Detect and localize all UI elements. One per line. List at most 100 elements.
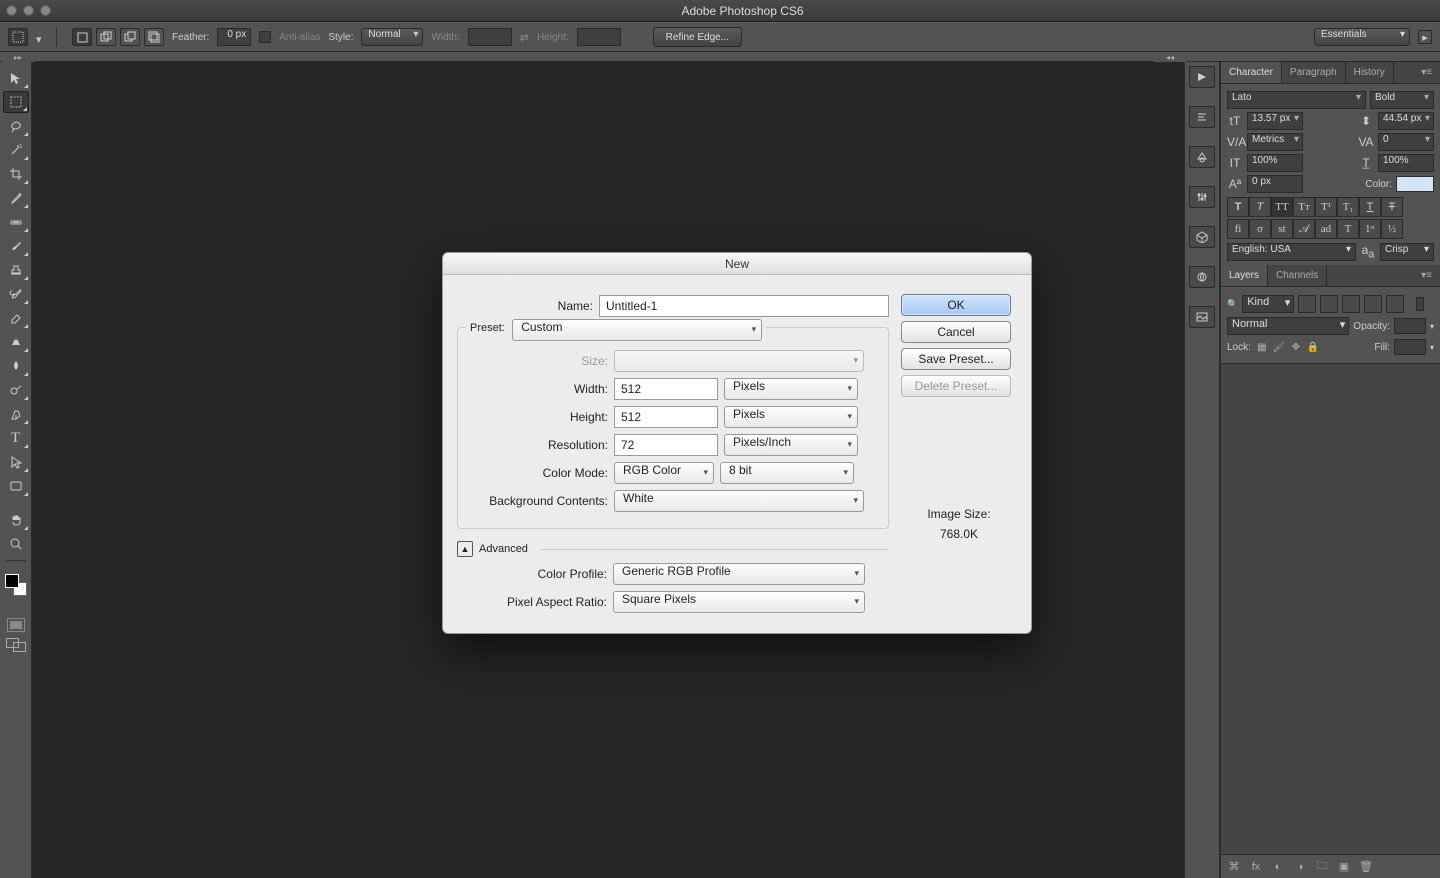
- filter-type-icon[interactable]: [1342, 295, 1360, 313]
- subtract-selection-icon[interactable]: [120, 28, 140, 46]
- mask-icon[interactable]: ◐: [1271, 860, 1285, 874]
- history-brush-tool-icon[interactable]: [3, 283, 29, 305]
- fx-icon[interactable]: fx: [1249, 860, 1263, 874]
- left-expand-tab[interactable]: ▸▸: [2, 52, 34, 62]
- tab-layers[interactable]: Layers: [1221, 265, 1268, 286]
- layer-filter-select[interactable]: Kind: [1242, 295, 1294, 313]
- layers-panel-menu-icon[interactable]: ▾≡: [1413, 265, 1440, 286]
- fill-input[interactable]: [1394, 339, 1426, 355]
- quickmask-icon[interactable]: [7, 618, 25, 632]
- ordinals-btn-icon[interactable]: T: [1337, 219, 1359, 239]
- minimize-dot[interactable]: [23, 5, 34, 16]
- titling-btn-icon[interactable]: ad: [1315, 219, 1337, 239]
- lock-transparent-icon[interactable]: ▦: [1255, 340, 1269, 354]
- superscript-btn-icon[interactable]: T¹: [1315, 197, 1337, 217]
- lock-all-icon[interactable]: 🔒: [1306, 340, 1320, 354]
- font-family-select[interactable]: Lato: [1227, 91, 1366, 109]
- dodge-tool-icon[interactable]: [3, 379, 29, 401]
- stamp-tool-icon[interactable]: [3, 259, 29, 281]
- swash-btn-icon[interactable]: 𝒜: [1293, 219, 1315, 239]
- shape-tool-icon[interactable]: [3, 475, 29, 497]
- pen-tool-icon[interactable]: [3, 403, 29, 425]
- subscript-btn-icon[interactable]: T₁: [1337, 197, 1359, 217]
- resolution-input[interactable]: [614, 434, 718, 456]
- par-select[interactable]: Square Pixels: [613, 591, 865, 613]
- italic-btn-icon[interactable]: T: [1249, 197, 1271, 217]
- kerning-input[interactable]: Metrics: [1247, 133, 1303, 151]
- right-expand-tab[interactable]: ◂◂: [1154, 52, 1186, 62]
- zoom-tool-icon[interactable]: [3, 533, 29, 555]
- marquee-tool-icon[interactable]: [3, 91, 29, 113]
- paragraph-panel-icon[interactable]: [1189, 106, 1215, 128]
- filter-adjust-icon[interactable]: [1320, 295, 1338, 313]
- allcaps-btn-icon[interactable]: TT: [1271, 197, 1293, 217]
- height-input[interactable]: [614, 406, 718, 428]
- strike-btn-icon[interactable]: T: [1381, 197, 1403, 217]
- tab-character[interactable]: Character: [1221, 62, 1282, 83]
- fraction-btn-icon[interactable]: ½: [1381, 219, 1403, 239]
- tab-channels[interactable]: Channels: [1268, 265, 1327, 286]
- tab-history[interactable]: History: [1346, 62, 1394, 83]
- group-icon[interactable]: 🗀: [1315, 860, 1329, 874]
- workspace-select[interactable]: Essentials: [1314, 28, 1410, 46]
- close-dot[interactable]: [6, 5, 17, 16]
- preset-select[interactable]: Custom: [512, 319, 762, 341]
- screenmode-icon[interactable]: [6, 638, 26, 652]
- sigma-btn-icon[interactable]: σ: [1249, 219, 1271, 239]
- vscale-input[interactable]: 100%: [1247, 154, 1303, 172]
- first-btn-icon[interactable]: 1ˢᵗ: [1359, 219, 1381, 239]
- crop-tool-icon[interactable]: [3, 163, 29, 185]
- eyedropper-tool-icon[interactable]: [3, 187, 29, 209]
- lock-pixels-icon[interactable]: 🖌: [1272, 340, 1286, 354]
- zoom-dot[interactable]: [40, 5, 51, 16]
- filter-shape-icon[interactable]: [1364, 295, 1382, 313]
- foreground-color-swatch[interactable]: [5, 574, 19, 588]
- width-input[interactable]: [614, 378, 718, 400]
- swatches-panel-icon[interactable]: [1189, 146, 1215, 168]
- new-layer-icon[interactable]: ▣: [1337, 860, 1351, 874]
- add-selection-icon[interactable]: [96, 28, 116, 46]
- hand-tool-icon[interactable]: [3, 509, 29, 531]
- circle-panel-icon[interactable]: [1189, 266, 1215, 288]
- advanced-toggle[interactable]: ▲ Advanced: [457, 541, 889, 557]
- colormode-select[interactable]: RGB Color: [614, 462, 714, 484]
- hscale-input[interactable]: 100%: [1378, 154, 1434, 172]
- refine-edge-button[interactable]: Refine Edge...: [653, 27, 742, 47]
- type-tool-icon[interactable]: T: [3, 427, 29, 449]
- colordepth-select[interactable]: 8 bit: [720, 462, 854, 484]
- color-swatches[interactable]: [5, 574, 27, 596]
- link-layers-icon[interactable]: ⌘: [1227, 860, 1241, 874]
- resolution-unit-select[interactable]: Pixels/Inch: [724, 434, 858, 456]
- cancel-button[interactable]: Cancel: [901, 321, 1011, 343]
- new-selection-icon[interactable]: [72, 28, 92, 46]
- text-color-swatch[interactable]: [1396, 176, 1434, 192]
- delete-layer-icon[interactable]: 🗑: [1359, 860, 1373, 874]
- bold-btn-icon[interactable]: T: [1227, 197, 1249, 217]
- baseline-input[interactable]: 0 px: [1247, 175, 1303, 193]
- font-size-input[interactable]: 13.57 px: [1247, 112, 1303, 130]
- filter-pixel-icon[interactable]: [1298, 295, 1316, 313]
- style-select[interactable]: Normal: [361, 28, 423, 46]
- save-preset-button[interactable]: Save Preset...: [901, 348, 1011, 370]
- smallcaps-btn-icon[interactable]: Tᴛ: [1293, 197, 1315, 217]
- adjustment-layer-icon[interactable]: ◑: [1293, 860, 1307, 874]
- blend-mode-select[interactable]: Normal: [1227, 317, 1349, 335]
- current-tool-icon[interactable]: [8, 28, 28, 46]
- leading-input[interactable]: 44.54 px: [1378, 112, 1434, 130]
- tab-paragraph[interactable]: Paragraph: [1282, 62, 1346, 83]
- play-icon[interactable]: [1189, 66, 1215, 88]
- heal-tool-icon[interactable]: [3, 211, 29, 233]
- tracking-input[interactable]: 0: [1378, 133, 1434, 151]
- lock-position-icon[interactable]: ✥: [1289, 340, 1303, 354]
- panel-toggle-icon[interactable]: ▸: [1418, 30, 1432, 44]
- st-btn-icon[interactable]: st: [1271, 219, 1293, 239]
- tool-preset-dropdown[interactable]: ▾: [36, 33, 48, 41]
- adjustments-panel-icon[interactable]: [1189, 186, 1215, 208]
- move-tool-icon[interactable]: [3, 67, 29, 89]
- feather-input[interactable]: 0 px: [217, 28, 251, 46]
- colorprofile-select[interactable]: Generic RGB Profile: [613, 563, 865, 585]
- language-select[interactable]: English: USA: [1227, 243, 1356, 261]
- eraser-tool-icon[interactable]: [3, 307, 29, 329]
- gradient-tool-icon[interactable]: [3, 331, 29, 353]
- opacity-input[interactable]: [1394, 318, 1426, 334]
